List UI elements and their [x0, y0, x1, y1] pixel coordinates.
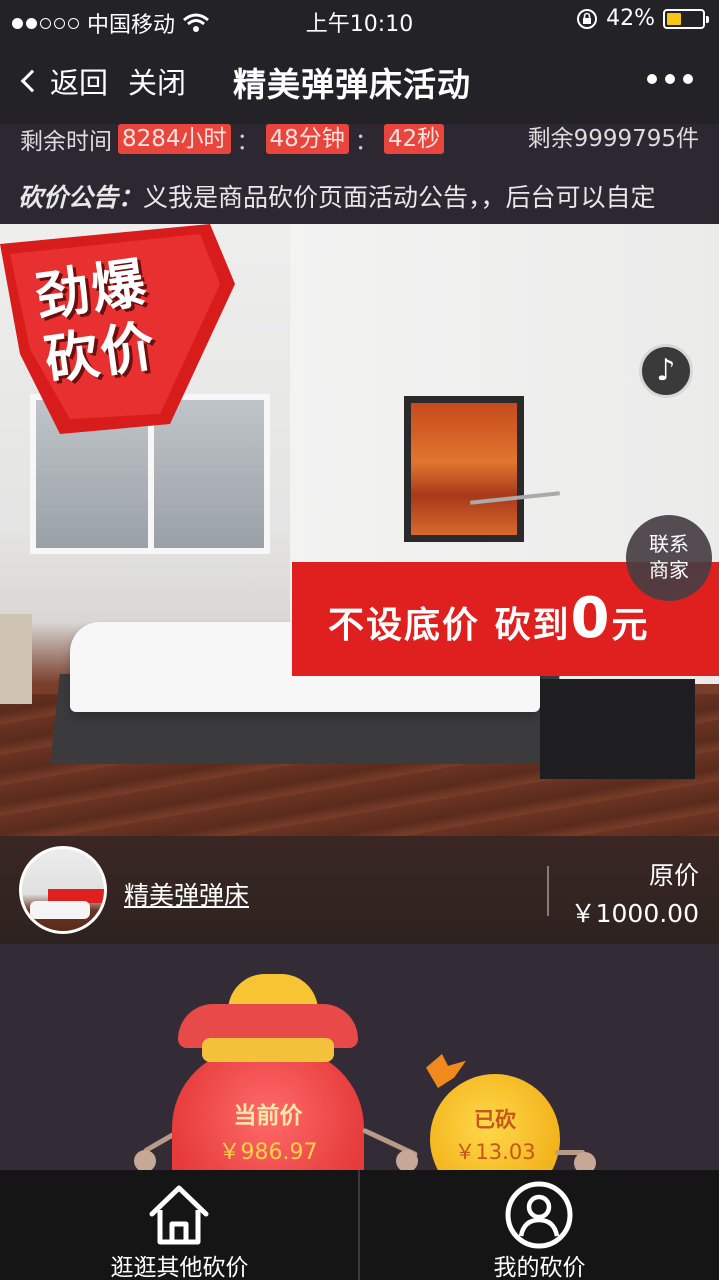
- status-bar: 中国移动 上午10:10 42%: [0, 0, 719, 40]
- battery-fill: [667, 12, 681, 25]
- countdown-timer: 剩余时间 8284小时 ： 48分钟 ： 42秒: [20, 124, 445, 155]
- bag-hand-left: [134, 1150, 156, 1170]
- more-dot: [647, 74, 657, 84]
- nav-bar: 返回 关闭 精美弹弹床活动: [0, 40, 719, 124]
- product-name-link[interactable]: 精美弹弹床: [124, 876, 249, 912]
- divider: [547, 866, 549, 916]
- back-label: 返回: [50, 66, 109, 100]
- notice-marquee: 砍价公告：义我是商品砍价页面活动公告，，后台可以自定: [18, 178, 696, 214]
- more-menu-button[interactable]: [647, 74, 693, 84]
- promo-text: 劲爆 砍价: [32, 251, 161, 393]
- stock-remaining: 剩余9999795件: [527, 126, 699, 152]
- hero-nightstand: [540, 679, 695, 779]
- contact-line-1: 联系: [649, 532, 689, 556]
- user-icon: [505, 1181, 573, 1249]
- hero-painting: [404, 396, 524, 542]
- countdown-minutes: 48分钟: [265, 124, 349, 154]
- more-dot: [665, 74, 675, 84]
- countdown-separator: ：: [236, 129, 260, 155]
- notice-text: 义我是商品砍价页面活动公告，，后台可以自定: [143, 183, 656, 212]
- rotation-lock-icon: [577, 8, 598, 29]
- countdown-seconds: 42秒: [383, 124, 445, 154]
- original-price-label: 原价: [648, 861, 699, 890]
- battery-tip: [706, 15, 709, 23]
- product-thumbnail[interactable]: [19, 846, 107, 934]
- page: 中国移动 上午10:10 42% 返回 关闭 精美弹弹床活动 剩余时间 8284…: [0, 0, 719, 1280]
- chevron-left-icon: [20, 69, 44, 93]
- music-note-icon: ♪: [656, 353, 676, 388]
- original-price: ￥1000.00: [570, 899, 699, 928]
- contact-line-2: 商家: [649, 558, 689, 582]
- bargain-area: 当前价 ￥986.97 已砍 ￥13.03: [0, 944, 719, 1170]
- tab-label: 逛逛其他砍价: [110, 1255, 249, 1280]
- tab-label: 我的砍价: [493, 1255, 586, 1280]
- banner-unit: 元: [611, 605, 650, 646]
- current-price-label: 当前价: [233, 1103, 303, 1129]
- product-info: 精美弹弹床 原价 ￥1000.00: [0, 836, 719, 944]
- countdown-label: 剩余时间: [20, 129, 112, 155]
- home-icon: [149, 1185, 209, 1245]
- hero-image: 劲爆 砍价 ♪ 不设底价 砍到0元 联系 商家: [0, 224, 719, 836]
- banner-text: 不设底价 砍到: [328, 605, 571, 646]
- status-right: 42%: [576, 6, 709, 31]
- tab-my-bargains[interactable]: 我的砍价: [360, 1170, 719, 1280]
- countdown-separator: ：: [354, 129, 378, 155]
- current-price-bag: 当前价 ￥986.97: [172, 974, 364, 1170]
- current-price-value: ￥986.97: [218, 1140, 318, 1165]
- notice-bar: 砍价公告：义我是商品砍价页面活动公告，，后台可以自定: [0, 162, 719, 224]
- countdown-hours: 8284小时: [118, 124, 231, 154]
- battery-icon: [663, 8, 709, 29]
- page-title: 精美弹弹床活动: [233, 65, 471, 104]
- coin-hand: [574, 1152, 596, 1170]
- contact-merchant-button[interactable]: 联系 商家: [626, 515, 712, 601]
- battery-percent: 42%: [606, 6, 655, 31]
- more-dot: [683, 74, 693, 84]
- close-button[interactable]: 关闭: [128, 60, 186, 102]
- cut-amount-label: 已砍: [474, 1108, 516, 1132]
- hero-sofa: [0, 614, 32, 704]
- back-button[interactable]: 返回: [18, 60, 108, 102]
- bottom-tab-bar: 逛逛其他砍价 我的砍价: [0, 1170, 719, 1280]
- bag-hand-right: [396, 1150, 418, 1170]
- bag-ribbon: [202, 1038, 334, 1062]
- thumbnail-bed: [30, 901, 90, 919]
- tab-browse-other-bargains[interactable]: 逛逛其他砍价: [0, 1170, 359, 1280]
- cut-amount-value: ￥13.03: [454, 1140, 536, 1164]
- notice-label: 砍价公告：: [18, 183, 144, 212]
- countdown-bar: 剩余时间 8284小时 ： 48分钟 ： 42秒 剩余9999795件: [0, 124, 719, 162]
- banner-big-number: 0: [570, 586, 612, 651]
- music-toggle-button[interactable]: ♪: [639, 344, 693, 398]
